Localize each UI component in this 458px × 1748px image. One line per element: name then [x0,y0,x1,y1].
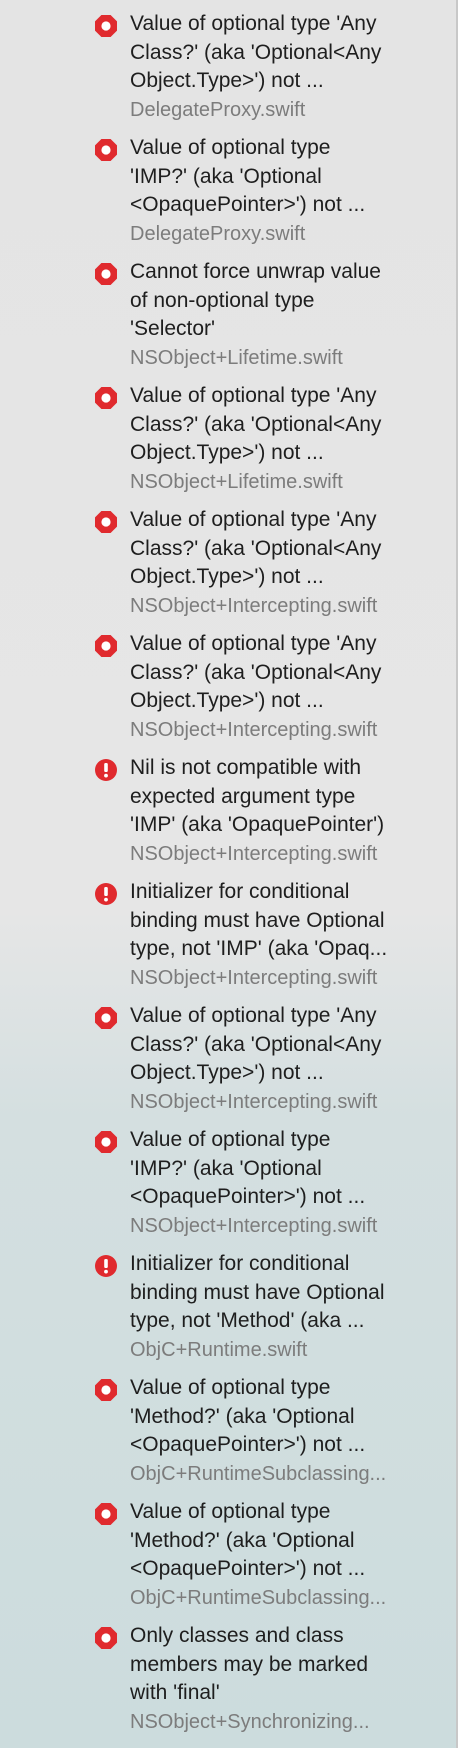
issue-file-name: NSObject+Synchronizing... [130,1710,370,1733]
error-octagon-icon [94,138,118,162]
issue-text: Value of optional type 'Any Class?' (aka … [130,382,448,496]
issue-file-name: NSObject+Lifetime.swift [130,470,343,493]
issue-row[interactable]: Value of optional type 'IMP?' (aka 'Optio… [0,1126,456,1250]
issue-message-line: Class?' (aka 'Optional<Any [130,660,382,684]
error-exclamation-icon [94,1254,118,1278]
issue-message-line: Initializer for conditional [130,880,350,903]
issue-message-line: <OpaquePointer>') not ... [130,1557,366,1580]
issue-file-name: NSObject+Intercepting.swift [130,594,378,617]
issue-file-name: DelegateProxy.swift [130,222,306,245]
issue-message-line: 'IMP' (aka 'OpaquePointer') [130,813,385,836]
issue-message-line: Class?' (aka 'Optional<Any [130,40,382,64]
issue-row[interactable]: Only classes and class members may be mar… [0,1622,456,1746]
issue-file-name: NSObject+Intercepting.swift [130,1090,378,1113]
error-octagon-icon [94,1502,118,1526]
issue-message-line: Class?' (aka 'Optional<Any [130,536,382,560]
error-exclamation-icon [94,882,118,906]
issue-message-line: Value of optional type 'Any [130,12,377,35]
issue-row[interactable]: Nil is not compatible with expected argum… [0,754,456,878]
issue-row[interactable]: Value of optional type 'Any Class?' (aka … [0,10,456,134]
issue-file-name: NSObject+Intercepting.swift [130,1214,378,1237]
error-octagon-icon [94,634,118,658]
issue-message-line: Value of optional type [130,1128,331,1151]
issue-message-line: Value of optional type 'Any [130,1004,377,1027]
issue-text: Value of optional type 'Any Class?' (aka … [130,630,448,744]
issue-row[interactable]: Value of optional type 'Any Class?' (aka … [0,382,456,506]
issue-file-name: NSObject+Intercepting.swift [130,966,378,989]
issue-text: Nil is not compatible with expected argum… [130,754,448,868]
issue-message-line: binding must have Optional [130,908,385,932]
issue-message-line: Value of optional type [130,136,331,159]
issue-message-line: Nil is not compatible with [130,756,362,779]
issue-message-line: members may be marked [130,1652,369,1676]
issue-message-line: Object.Type>') not ... [130,565,324,588]
issue-text: Value of optional type 'Any Class?' (aka … [130,506,448,620]
issue-message-line: Object.Type>') not ... [130,1061,324,1084]
issue-row[interactable]: Cannot force unwrap value of non-optional… [0,258,456,382]
issue-text: Value of optional type 'IMP?' (aka 'Optio… [130,1126,448,1240]
issue-file-name: ObjC+RuntimeSubclassing... [130,1462,387,1485]
error-octagon-icon [94,14,118,38]
issue-message-line: binding must have Optional [130,1280,385,1304]
issue-message-line: <OpaquePointer>') not ... [130,193,366,216]
issue-row[interactable]: Value of optional type 'IMP?' (aka 'Optio… [0,134,456,258]
issue-message-line: Value of optional type 'Any [130,508,377,531]
issue-message-line: 'IMP?' (aka 'Optional [130,1156,322,1180]
issue-text: Value of optional type 'Any Class?' (aka … [130,1002,448,1116]
error-octagon-icon [94,1626,118,1650]
issue-message-line: Only classes and class [130,1624,344,1647]
issue-message-line: expected argument type [130,784,356,808]
issue-file-name: NSObject+Intercepting.swift [130,718,378,741]
error-octagon-icon [94,1130,118,1154]
issue-row[interactable]: Value of optional type 'Method?' (aka 'Op… [0,1498,456,1622]
issue-message-line: Object.Type>') not ... [130,69,324,92]
error-octagon-icon [94,262,118,286]
issue-row[interactable]: Initializer for conditional binding must … [0,1250,456,1374]
error-exclamation-icon [94,758,118,782]
issue-text: Only classes and class members may be mar… [130,1622,448,1736]
issue-message-line: Value of optional type [130,1376,331,1399]
issue-text: Value of optional type 'IMP?' (aka 'Optio… [130,134,448,248]
issue-file-name: NSObject+Lifetime.swift [130,346,343,369]
issue-text: Value of optional type 'Method?' (aka 'Op… [130,1498,448,1612]
issue-row[interactable]: Value of optional type 'Any Class?' (aka … [0,630,456,754]
issue-text: Initializer for conditional binding must … [130,878,448,992]
error-octagon-icon [94,1378,118,1402]
issue-row[interactable]: Value of optional type 'Any Class?' (aka … [0,1002,456,1126]
issue-message-line: 'Method?' (aka 'Optional [130,1528,355,1552]
issue-message-line: <OpaquePointer>') not ... [130,1185,366,1208]
issue-file-name: NSObject+Intercepting.swift [130,842,378,865]
issue-message-line: of non-optional type [130,288,315,312]
issue-message-line: Value of optional type 'Any [130,384,377,407]
issue-message-line: Class?' (aka 'Optional<Any [130,1032,382,1056]
issue-message-line: type, not 'IMP' (aka 'Opaq... [130,937,388,960]
issue-text: Value of optional type 'Method?' (aka 'Op… [130,1374,448,1488]
issue-message-line: Cannot force unwrap value [130,260,381,283]
issue-message-line: <OpaquePointer>') not ... [130,1433,366,1456]
issue-text: Value of optional type 'Any Class?' (aka … [130,10,448,124]
issue-row[interactable]: Value of optional type 'Any Class?' (aka … [0,506,456,630]
issue-message-line: 'IMP?' (aka 'Optional [130,164,322,188]
issue-row[interactable]: Initializer for conditional binding must … [0,878,456,1002]
issue-message-line: with 'final' [130,1681,220,1704]
error-octagon-icon [94,1006,118,1030]
error-octagon-icon [94,510,118,534]
issue-message-line: Initializer for conditional [130,1252,350,1275]
issue-text: Initializer for conditional binding must … [130,1250,448,1364]
issue-navigator-list[interactable]: Value of optional type 'Any Class?' (aka … [0,10,456,1746]
issue-row[interactable]: Value of optional type 'Method?' (aka 'Op… [0,1374,456,1498]
error-octagon-icon [94,386,118,410]
issue-message-line: 'Method?' (aka 'Optional [130,1404,355,1428]
issue-message-line: Object.Type>') not ... [130,441,324,464]
issue-message-line: 'Selector' [130,317,216,340]
issue-message-line: Object.Type>') not ... [130,689,324,712]
issue-message-line: Value of optional type [130,1500,331,1523]
issue-message-line: Class?' (aka 'Optional<Any [130,412,382,436]
issue-file-name: ObjC+RuntimeSubclassing... [130,1586,387,1609]
issue-text: Cannot force unwrap value of non-optional… [130,258,448,372]
issue-message-line: Value of optional type 'Any [130,632,377,655]
issue-file-name: ObjC+Runtime.swift [130,1338,308,1361]
issue-file-name: DelegateProxy.swift [130,98,306,121]
issue-message-line: type, not 'Method' (aka ... [130,1309,365,1332]
